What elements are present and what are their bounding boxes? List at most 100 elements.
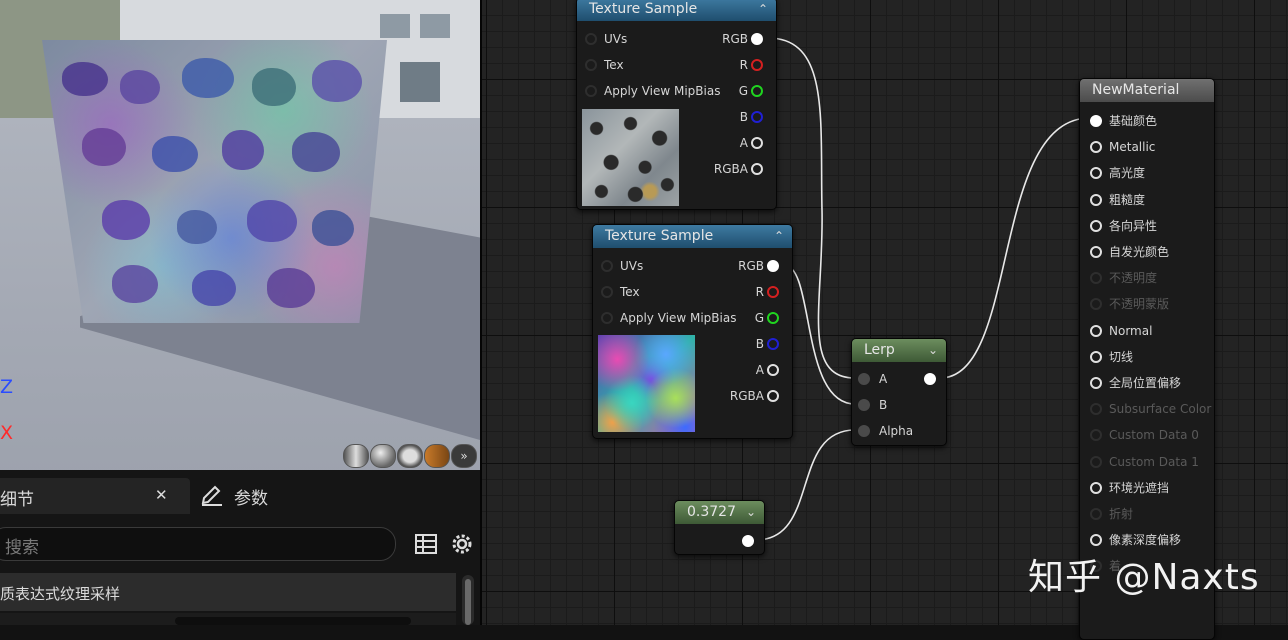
input-pin-alpha[interactable] <box>858 425 870 437</box>
output-label-a: A <box>755 363 764 377</box>
output-pin-rgb[interactable] <box>767 260 779 272</box>
output-label-r: R <box>739 58 748 72</box>
material-input-label: Custom Data 0 <box>1109 428 1199 443</box>
material-input-pin[interactable] <box>1090 350 1102 363</box>
input-label-uvs: UVs <box>604 32 628 46</box>
chevron-down-icon[interactable]: ⌄ <box>928 339 938 362</box>
input-pin-tex[interactable] <box>585 59 597 71</box>
output-pin-rgba[interactable] <box>767 390 779 402</box>
output-pin-r[interactable] <box>751 59 763 71</box>
input-pin-mipbias[interactable] <box>585 85 597 97</box>
chevron-down-icon[interactable]: ⌄ <box>746 501 756 524</box>
material-input-pin[interactable] <box>1090 508 1102 520</box>
material-input-label: 粗糙度 <box>1109 192 1146 207</box>
output-label-rgba: RGBA <box>729 389 764 403</box>
node-header[interactable]: Lerp ⌄ <box>852 339 946 362</box>
watermark-text: 知乎 @Naxts <box>1028 557 1260 598</box>
material-input-pin[interactable] <box>1090 324 1102 337</box>
output-label-b: B <box>739 110 748 124</box>
node-title: Texture Sample <box>605 228 714 244</box>
input-pin-mipbias[interactable] <box>601 312 613 324</box>
material-input-pin[interactable] <box>1090 115 1102 127</box>
material-input-label: 像素深度偏移 <box>1109 533 1182 548</box>
material-input-pin[interactable] <box>1090 167 1102 180</box>
material-input-pin[interactable] <box>1090 455 1102 468</box>
texture-sample-node-2[interactable]: Texture Sample ⌃ UVs Tex Apply View MipB… <box>592 224 793 439</box>
node-header[interactable]: NewMaterial <box>1080 79 1214 102</box>
output-label-rgba: RGBA <box>713 162 748 176</box>
material-input-label: Subsurface Color <box>1109 402 1212 417</box>
material-input-pin[interactable] <box>1090 298 1102 311</box>
output-label-r: R <box>755 285 764 299</box>
material-input-pin[interactable] <box>1090 246 1102 258</box>
output-label-b: B <box>755 337 764 351</box>
input-label-uvs: UVs <box>620 259 644 273</box>
node-header[interactable]: Texture Sample ⌃ <box>593 225 792 248</box>
output-pin-b[interactable] <box>767 338 779 350</box>
material-input-pin[interactable] <box>1090 429 1102 442</box>
texture-thumbnail-pebbles <box>582 109 679 206</box>
material-input-pin[interactable] <box>1090 193 1102 206</box>
node-title: Lerp <box>864 342 895 358</box>
material-input-label: Normal <box>1109 323 1153 338</box>
input-pin-tex[interactable] <box>601 286 613 298</box>
texture-thumbnail-noise <box>598 335 695 432</box>
output-pin-a[interactable] <box>751 137 763 149</box>
input-label-alpha: Alpha <box>879 424 914 438</box>
input-label-mipbias: Apply View MipBias <box>620 311 737 325</box>
material-input-label: 自发光颜色 <box>1109 245 1170 259</box>
output-label-rgb: RGB <box>738 259 764 273</box>
material-input-pin[interactable] <box>1090 481 1102 494</box>
material-input-label: 各向异性 <box>1109 218 1158 233</box>
output-pin-a[interactable] <box>767 364 779 376</box>
output-pin-rgb[interactable] <box>751 33 763 45</box>
input-pin-a[interactable] <box>858 373 870 385</box>
texture-sample-node-1[interactable]: Texture Sample ⌃ UVs Tex Apply View MipB… <box>576 0 777 210</box>
node-title: 0.3727 <box>687 504 736 520</box>
output-pin-g[interactable] <box>751 85 763 97</box>
input-label-b: B <box>879 398 888 412</box>
node-header[interactable]: Texture Sample ⌃ <box>577 0 776 21</box>
material-input-pin[interactable] <box>1090 377 1102 389</box>
input-label-tex: Tex <box>620 285 640 299</box>
node-title: Texture Sample <box>589 1 698 17</box>
node-header[interactable]: 0.3727 ⌄ <box>675 501 764 524</box>
input-pin-b[interactable] <box>858 399 870 411</box>
input-pin-uvs[interactable] <box>585 33 597 45</box>
material-input-label: 折射 <box>1109 507 1134 521</box>
output-label-g: G <box>754 311 764 325</box>
material-input-label: Custom Data 1 <box>1109 454 1199 469</box>
input-label-tex: Tex <box>604 58 624 72</box>
wire-lerp-to-basecolor <box>939 117 1091 379</box>
material-input-pin[interactable] <box>1090 403 1102 416</box>
material-input-label: Metallic <box>1109 140 1156 155</box>
output-pin[interactable] <box>924 373 936 385</box>
material-input-label: 不透明蒙版 <box>1109 297 1170 312</box>
material-input-label: 环境光遮挡 <box>1109 480 1170 495</box>
collapse-icon[interactable]: ⌃ <box>758 0 768 21</box>
node-title: NewMaterial <box>1092 82 1180 98</box>
material-input-label: 切线 <box>1109 349 1134 364</box>
output-label-g: G <box>738 84 748 98</box>
material-input-label: 全局位置偏移 <box>1109 376 1182 390</box>
material-input-label: 基础颜色 <box>1109 114 1158 128</box>
lerp-node[interactable]: Lerp ⌄ A B Alpha <box>851 338 947 446</box>
collapse-icon[interactable]: ⌃ <box>774 225 784 248</box>
material-input-label: 高光度 <box>1109 166 1146 181</box>
material-input-pin[interactable] <box>1090 534 1102 547</box>
input-pin-uvs[interactable] <box>601 260 613 272</box>
material-input-pin[interactable] <box>1090 272 1102 285</box>
output-label-rgb: RGB <box>722 32 748 46</box>
output-pin-b[interactable] <box>751 111 763 123</box>
output-pin[interactable] <box>742 535 754 547</box>
material-input-pin[interactable] <box>1090 141 1102 154</box>
wire-constant-to-alpha <box>755 429 856 541</box>
output-label-a: A <box>739 136 748 150</box>
material-input-pin[interactable] <box>1090 219 1102 232</box>
input-label-mipbias: Apply View MipBias <box>604 84 721 98</box>
material-input-label: 不透明度 <box>1109 271 1158 286</box>
output-pin-r[interactable] <box>767 286 779 298</box>
constant-node[interactable]: 0.3727 ⌄ <box>674 500 765 555</box>
output-pin-g[interactable] <box>767 312 779 324</box>
output-pin-rgba[interactable] <box>751 163 763 175</box>
